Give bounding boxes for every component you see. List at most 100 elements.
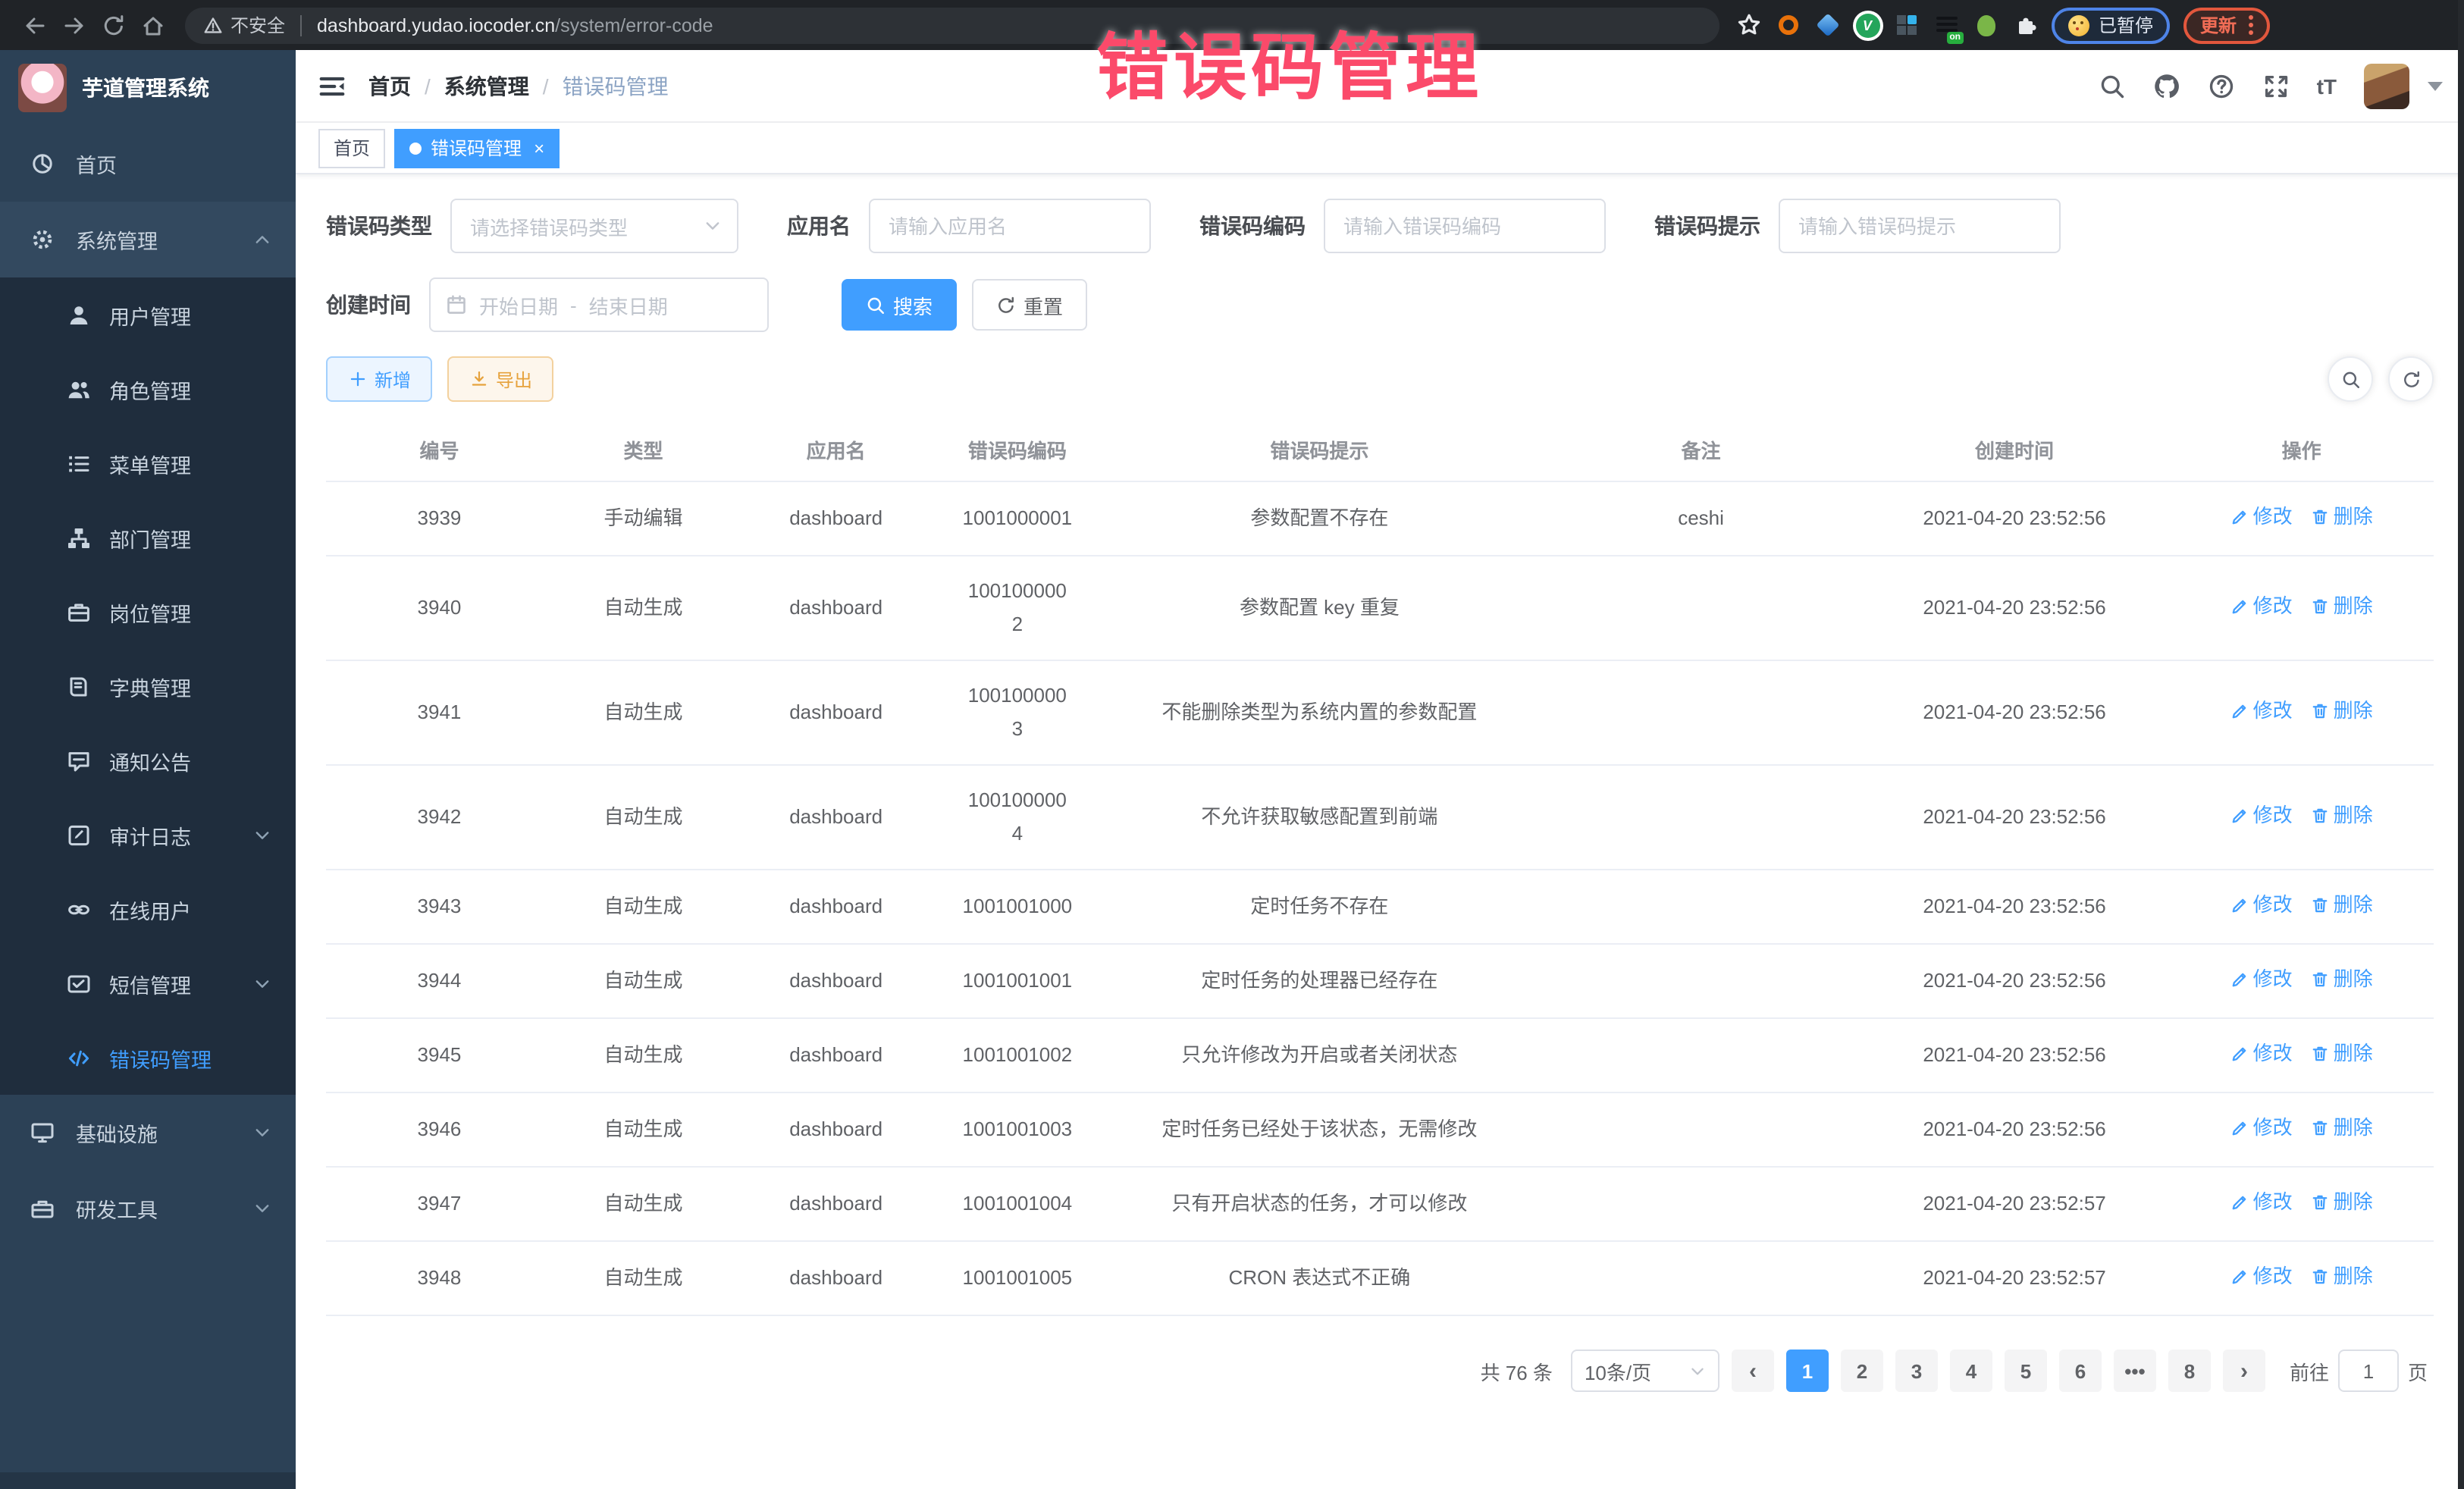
edit-link[interactable]: 修改 — [2230, 963, 2293, 996]
breadcrumb-item[interactable]: 系统管理 — [444, 71, 529, 101]
orange-ring-extension-icon[interactable] — [1776, 12, 1801, 38]
back-icon[interactable] — [15, 5, 55, 45]
blue-grid-extension-icon[interactable] — [1894, 12, 1920, 38]
browser-menu-icon[interactable] — [2249, 15, 2253, 35]
caret-down-icon[interactable] — [2428, 81, 2443, 90]
question-icon[interactable] — [2208, 72, 2235, 99]
page-button-6[interactable]: 6 — [2059, 1350, 2102, 1392]
delete-link[interactable]: 删除 — [2311, 500, 2373, 534]
delete-link[interactable]: 删除 — [2311, 590, 2373, 623]
prev-page-button[interactable]: ‹ — [1732, 1350, 1774, 1392]
edit-link[interactable]: 修改 — [2230, 1111, 2293, 1145]
export-button[interactable]: 导出 — [447, 356, 553, 402]
forward-icon[interactable] — [55, 5, 94, 45]
edit-link[interactable]: 修改 — [2230, 590, 2293, 623]
error-code-input[interactable] — [1324, 199, 1606, 253]
close-icon[interactable]: × — [534, 139, 544, 157]
goto-page-input[interactable] — [2338, 1350, 2399, 1392]
error-hint-input[interactable] — [1779, 199, 2061, 253]
github-icon[interactable] — [2153, 72, 2180, 99]
page-button-3[interactable]: 3 — [1895, 1350, 1938, 1392]
create-time-range-picker[interactable]: 开始日期 - 结束日期 — [429, 277, 769, 332]
sidebar-item-dept-mgmt[interactable]: 部门管理 — [0, 500, 296, 575]
tag-active[interactable]: 错误码管理× — [394, 128, 560, 168]
delete-link[interactable]: 删除 — [2311, 889, 2373, 922]
user-icon — [67, 303, 91, 327]
edit-link[interactable]: 修改 — [2230, 694, 2293, 728]
reset-button[interactable]: 重置 — [972, 279, 1087, 331]
row-actions: 修改 删除 — [2169, 1019, 2434, 1092]
home-icon[interactable] — [133, 5, 173, 45]
user-avatar[interactable] — [2364, 63, 2409, 108]
page-size-select[interactable]: 10条/页 — [1571, 1350, 1719, 1392]
sidebar-item-infrastructure[interactable]: 基础设施 — [0, 1095, 296, 1171]
delete-link[interactable]: 删除 — [2311, 963, 2373, 996]
row-actions: 修改 删除 — [2169, 1168, 2434, 1240]
sidebar-item-dict-mgmt[interactable]: 字典管理 — [0, 649, 296, 723]
green-person-extension-icon[interactable] — [1973, 12, 1998, 38]
sidebar-item-user-mgmt[interactable]: 用户管理 — [0, 277, 296, 352]
trash-icon — [2311, 597, 2329, 616]
sidebar-item-error-code[interactable]: 错误码管理 — [0, 1020, 296, 1095]
blue-gem-extension-icon[interactable] — [1815, 12, 1841, 38]
sidebar-item-sms-mgmt[interactable]: 短信管理 — [0, 946, 296, 1020]
delete-link[interactable]: 删除 — [2311, 1186, 2373, 1219]
search-icon[interactable] — [2099, 72, 2126, 99]
sidebar-item-system-mgmt[interactable]: 系统管理 — [0, 202, 296, 277]
search-button[interactable]: 搜索 — [842, 279, 957, 331]
edit-link[interactable]: 修改 — [2230, 1260, 2293, 1293]
sidebar-item-online-users[interactable]: 在线用户 — [0, 872, 296, 946]
breadcrumb: 首页/系统管理/错误码管理 — [368, 71, 669, 101]
breadcrumb-item[interactable]: 首页 — [368, 71, 411, 101]
bookmark-star-icon[interactable] — [1735, 11, 1762, 39]
puzzle-extensions-icon[interactable] — [2012, 12, 2038, 38]
fullscreen-icon[interactable] — [2262, 72, 2290, 99]
edit-icon — [2230, 1268, 2249, 1286]
sidebar-item-role-mgmt[interactable]: 角色管理 — [0, 352, 296, 426]
sidebar-item-dev-tools[interactable]: 研发工具 — [0, 1171, 296, 1246]
sidebar-item-menu-mgmt[interactable]: 菜单管理 — [0, 426, 296, 500]
sidebar-item-notice[interactable]: 通知公告 — [0, 723, 296, 798]
font-size-icon[interactable]: tT — [2317, 74, 2337, 98]
sidebar-item-post-mgmt[interactable]: 岗位管理 — [0, 575, 296, 649]
hamburger-icon[interactable] — [317, 71, 347, 101]
delete-link[interactable]: 删除 — [2311, 1037, 2373, 1071]
edit-link[interactable]: 修改 — [2230, 889, 2293, 922]
next-page-button[interactable]: › — [2223, 1350, 2265, 1392]
delete-link[interactable]: 删除 — [2311, 1260, 2373, 1293]
error-code-type-select[interactable]: 请选择错误码类型 — [450, 199, 738, 253]
delete-label: 删除 — [2334, 1260, 2373, 1293]
org-tree-icon — [67, 525, 91, 550]
update-button[interactable]: 更新 — [2183, 7, 2270, 43]
page-button-8[interactable]: 8 — [2168, 1350, 2211, 1392]
green-check-extension-icon[interactable]: V — [1854, 12, 1880, 38]
edit-link[interactable]: 修改 — [2230, 1186, 2293, 1219]
refresh-table-button[interactable] — [2388, 356, 2434, 402]
trash-icon — [2311, 702, 2329, 720]
sidebar-item-audit-log[interactable]: 审计日志 — [0, 798, 296, 872]
edit-link[interactable]: 修改 — [2230, 1037, 2293, 1071]
page-button-2[interactable]: 2 — [1841, 1350, 1883, 1392]
list-on-extension-icon[interactable]: on — [1933, 12, 1959, 38]
page-button-1[interactable]: 1 — [1786, 1350, 1829, 1392]
row-actions: 修改 删除 — [2169, 945, 2434, 1017]
app-name-input[interactable] — [869, 199, 1151, 253]
delete-link[interactable]: 删除 — [2311, 799, 2373, 832]
address-bar[interactable]: 不安全 dashboard.yudao.iocoder.cn/system/er… — [185, 7, 1719, 43]
page-button-5[interactable]: 5 — [2005, 1350, 2047, 1392]
add-button[interactable]: 新增 — [326, 356, 432, 402]
delete-link[interactable]: 删除 — [2311, 1111, 2373, 1145]
browser-scrollbar[interactable] — [2458, 0, 2464, 1489]
edit-link[interactable]: 修改 — [2230, 799, 2293, 832]
edit-link[interactable]: 修改 — [2230, 500, 2293, 534]
more-pages-icon[interactable]: ••• — [2114, 1350, 2156, 1392]
tag-item[interactable]: 首页 — [318, 128, 385, 168]
reload-icon[interactable] — [94, 5, 133, 45]
sidebar-item-home[interactable]: 首页 — [0, 126, 296, 202]
logo-row[interactable]: 芋道管理系统 — [0, 50, 296, 126]
page-button-4[interactable]: 4 — [1950, 1350, 1992, 1392]
delete-link[interactable]: 删除 — [2311, 694, 2373, 728]
delete-label: 删除 — [2334, 963, 2373, 996]
profile-chip[interactable]: 已暂停 — [2052, 7, 2170, 43]
toggle-search-button[interactable] — [2328, 356, 2373, 402]
